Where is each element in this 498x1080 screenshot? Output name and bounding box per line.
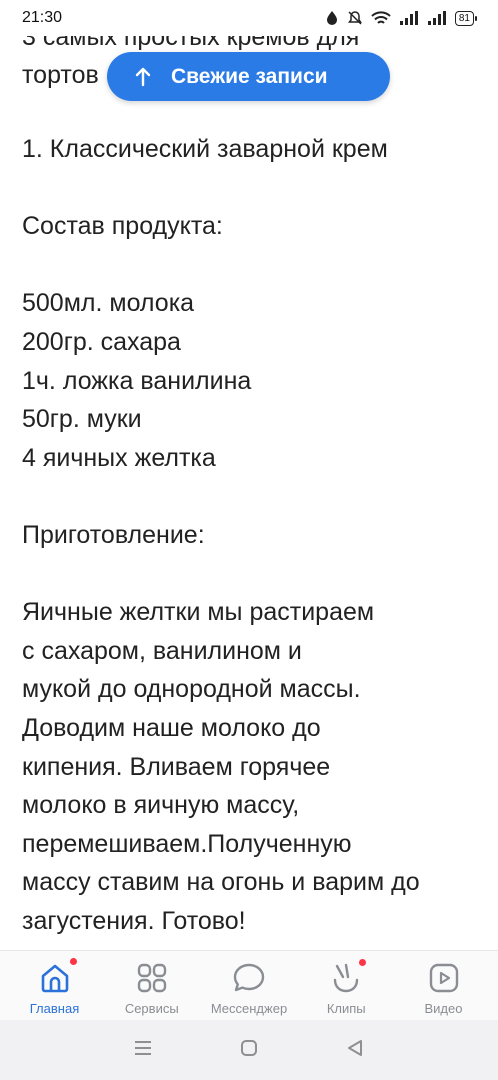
status-bar: 21:30 81	[0, 0, 498, 36]
bottom-tab-bar: Главная Сервисы Мессенджер Клипы Видео	[0, 950, 498, 1020]
post-line: 500мл. молока	[22, 289, 195, 318]
tab-video-label: Видео	[424, 1001, 463, 1016]
notification-icon	[326, 11, 337, 25]
home-badge	[68, 957, 78, 966]
back-triangle-icon[interactable]	[345, 1038, 365, 1063]
video-icon	[427, 961, 461, 995]
tab-clips-label: Клипы	[326, 1001, 366, 1016]
post-body: 1. Классический заварной крем Состав прод…	[22, 130, 492, 940]
status-icons: 81	[325, 10, 478, 26]
post-line: кипения. Вливаем горячее	[22, 752, 331, 781]
post-line: 1ч. ложка ванилина	[22, 366, 252, 395]
post-line: 1. Классический заварной крем	[22, 135, 388, 163]
tab-home[interactable]: Главная	[6, 951, 103, 1020]
post-line: 4 яичных желтка	[22, 443, 216, 472]
post-line: 200гр. сахара	[22, 327, 181, 356]
post-line: Состав продукта:	[22, 212, 223, 241]
post-line: Приготовление:	[22, 520, 205, 549]
tab-services-label: Сервисы	[124, 1001, 179, 1016]
home-square-icon[interactable]	[239, 1038, 259, 1063]
tab-clips[interactable]: Клипы	[298, 951, 395, 1020]
signal-icon	[399, 11, 418, 25]
tab-home-label: Главная	[29, 1001, 80, 1016]
fresh-posts-button[interactable]: Свежие записи	[107, 52, 390, 101]
signal-icon-2	[427, 11, 446, 25]
system-nav-bar	[0, 1020, 498, 1080]
tab-messenger[interactable]: Мессенджер	[201, 951, 298, 1020]
mute-bell-icon	[347, 11, 362, 25]
messenger-bubble-icon	[232, 961, 266, 995]
battery-icon: 81	[454, 10, 478, 26]
menu-icon[interactable]	[133, 1038, 153, 1063]
post-line: массу ставим на огонь и варим до	[22, 868, 420, 897]
post-line: молоко в яичную массу,	[22, 791, 300, 820]
home-icon	[38, 957, 78, 995]
post-line: перемешиваем.Полученную	[22, 829, 352, 858]
services-grid-icon	[135, 961, 169, 995]
tab-video[interactable]: Видео	[395, 951, 492, 1020]
post-line: Яичные желтки мы растираем	[22, 598, 375, 627]
tab-messenger-label: Мессенджер	[210, 1001, 288, 1016]
post-line: мукой до однородной массы.	[22, 675, 361, 704]
post-line: Доводим наше молоко до	[22, 713, 321, 742]
post-content: 3 самых простых кремов для тортов 1. Кла…	[22, 0, 492, 950]
post-line: загустения. Готово!	[22, 906, 246, 935]
tab-services[interactable]: Сервисы	[103, 951, 200, 1020]
fresh-posts-label: Свежие записи	[171, 64, 328, 88]
post-partial-line-2: тортов	[22, 61, 99, 89]
post-line: с сахаром, ванилином и	[22, 636, 302, 665]
arrow-up-icon	[135, 67, 151, 87]
battery-level: 81	[458, 12, 470, 24]
clips-icon	[329, 958, 368, 995]
wifi-icon	[371, 11, 391, 24]
clips-badge	[358, 958, 368, 967]
status-time: 21:30	[22, 9, 63, 26]
post-line: 50гр. муки	[22, 405, 142, 434]
